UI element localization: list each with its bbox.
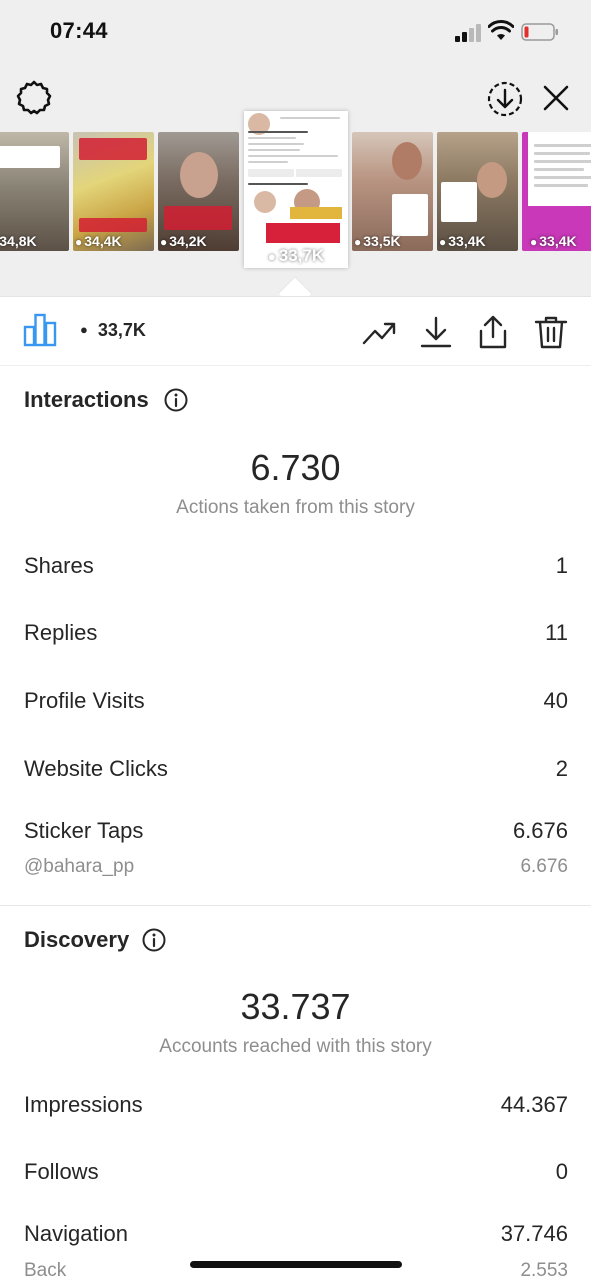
metric-value: 44.367 <box>500 1092 568 1117</box>
metric-sublabel: @bahara_pp <box>24 856 135 877</box>
metric-subrow-sticker-mention: @bahara_pp 6.676 <box>24 856 568 886</box>
story-thumbnail[interactable]: ●34,8K <box>0 132 69 251</box>
story-thumbnail[interactable]: ● 33,4K <box>522 132 591 251</box>
thumbnail-views: ● 33,5K <box>354 233 401 249</box>
story-thumbnail[interactable]: ● 34,2K <box>158 132 239 251</box>
metric-row-website-clicks: Website Clicks 2 <box>24 756 568 786</box>
metric-value: 11 <box>545 620 568 645</box>
metric-label: Sticker Taps <box>24 818 144 843</box>
home-indicator[interactable] <box>190 1261 402 1268</box>
metric-row-navigation: Navigation 37.746 <box>24 1221 568 1251</box>
interactions-title: Interactions <box>24 387 149 412</box>
discovery-total: 33.737 <box>240 986 351 1027</box>
promote-trend-icon[interactable] <box>362 315 396 349</box>
eye-icon: ● <box>80 322 88 337</box>
close-icon[interactable] <box>540 82 572 114</box>
metric-row-impressions: Impressions 44.367 <box>24 1092 568 1122</box>
story-thumbnail[interactable]: ● 33,4K <box>437 132 518 251</box>
thumbnail-views: ● 33,7K <box>267 246 325 265</box>
delete-trash-icon[interactable] <box>534 315 568 349</box>
share-icon[interactable] <box>476 315 510 349</box>
metric-value: 0 <box>555 1159 568 1184</box>
metric-subvalue: 2.553 <box>520 1260 568 1280</box>
battery-icon <box>521 23 558 41</box>
metric-row-sticker-taps: Sticker Taps 6.676 <box>24 818 568 848</box>
metric-sublabel: Back <box>24 1260 67 1280</box>
interactions-caption: Actions taken from this story <box>176 497 415 518</box>
status-bar: 07:44 <box>0 0 591 66</box>
story-action-bar: ● 33,7K <box>0 296 591 366</box>
story-thumbnail-selected[interactable]: ● 33,7K <box>244 111 348 268</box>
metric-row-shares: Shares 1 <box>24 553 568 583</box>
story-views-count[interactable]: ● 33,7K <box>80 320 146 341</box>
discovery-caption: Accounts reached with this story <box>159 1036 432 1057</box>
info-icon[interactable] <box>164 388 188 412</box>
metric-label: Shares <box>24 553 94 578</box>
thumbnail-views: ● 33,4K <box>439 233 486 249</box>
metric-subvalue: 6.676 <box>520 856 568 877</box>
discovery-title: Discovery <box>24 927 130 952</box>
metric-row-replies: Replies 11 <box>24 620 568 650</box>
metric-value: 2 <box>555 756 568 781</box>
save-download-icon[interactable] <box>486 80 524 118</box>
story-archive-header: 07:44 ●34, <box>0 0 591 296</box>
metric-value: 1 <box>555 553 568 578</box>
thumbnail-views: ● 33,4K <box>530 233 577 249</box>
wifi-icon <box>488 20 514 40</box>
metric-label: Replies <box>24 620 98 645</box>
metric-label: Profile Visits <box>24 688 145 713</box>
metric-row-follows: Follows 0 <box>24 1159 568 1189</box>
interactions-total: 6.730 <box>250 447 341 488</box>
story-thumbnail[interactable]: ● 33,5K <box>352 132 433 251</box>
metric-label: Follows <box>24 1159 99 1184</box>
download-icon[interactable] <box>419 315 453 349</box>
metric-value: 6.676 <box>512 818 568 843</box>
metric-label: Navigation <box>24 1221 128 1246</box>
metric-label: Website Clicks <box>24 756 168 781</box>
cellular-signal-icon <box>455 24 483 42</box>
metric-value: 40 <box>543 688 568 713</box>
info-icon[interactable] <box>142 928 166 952</box>
insights-bar-chart-icon[interactable] <box>23 313 57 347</box>
settings-gear-icon[interactable] <box>16 80 52 116</box>
metric-label: Impressions <box>24 1092 143 1117</box>
thumbnail-views: ●34,8K <box>0 233 37 249</box>
thumbnail-views: ● 34,4K <box>75 233 122 249</box>
section-divider <box>0 905 591 906</box>
thumbnail-views: ● 34,2K <box>160 233 207 249</box>
story-thumbnail[interactable]: ● 34,4K <box>73 132 154 251</box>
metric-row-profile-visits: Profile Visits 40 <box>24 688 568 718</box>
status-time: 07:44 <box>50 18 108 43</box>
metric-value: 37.746 <box>500 1221 568 1246</box>
